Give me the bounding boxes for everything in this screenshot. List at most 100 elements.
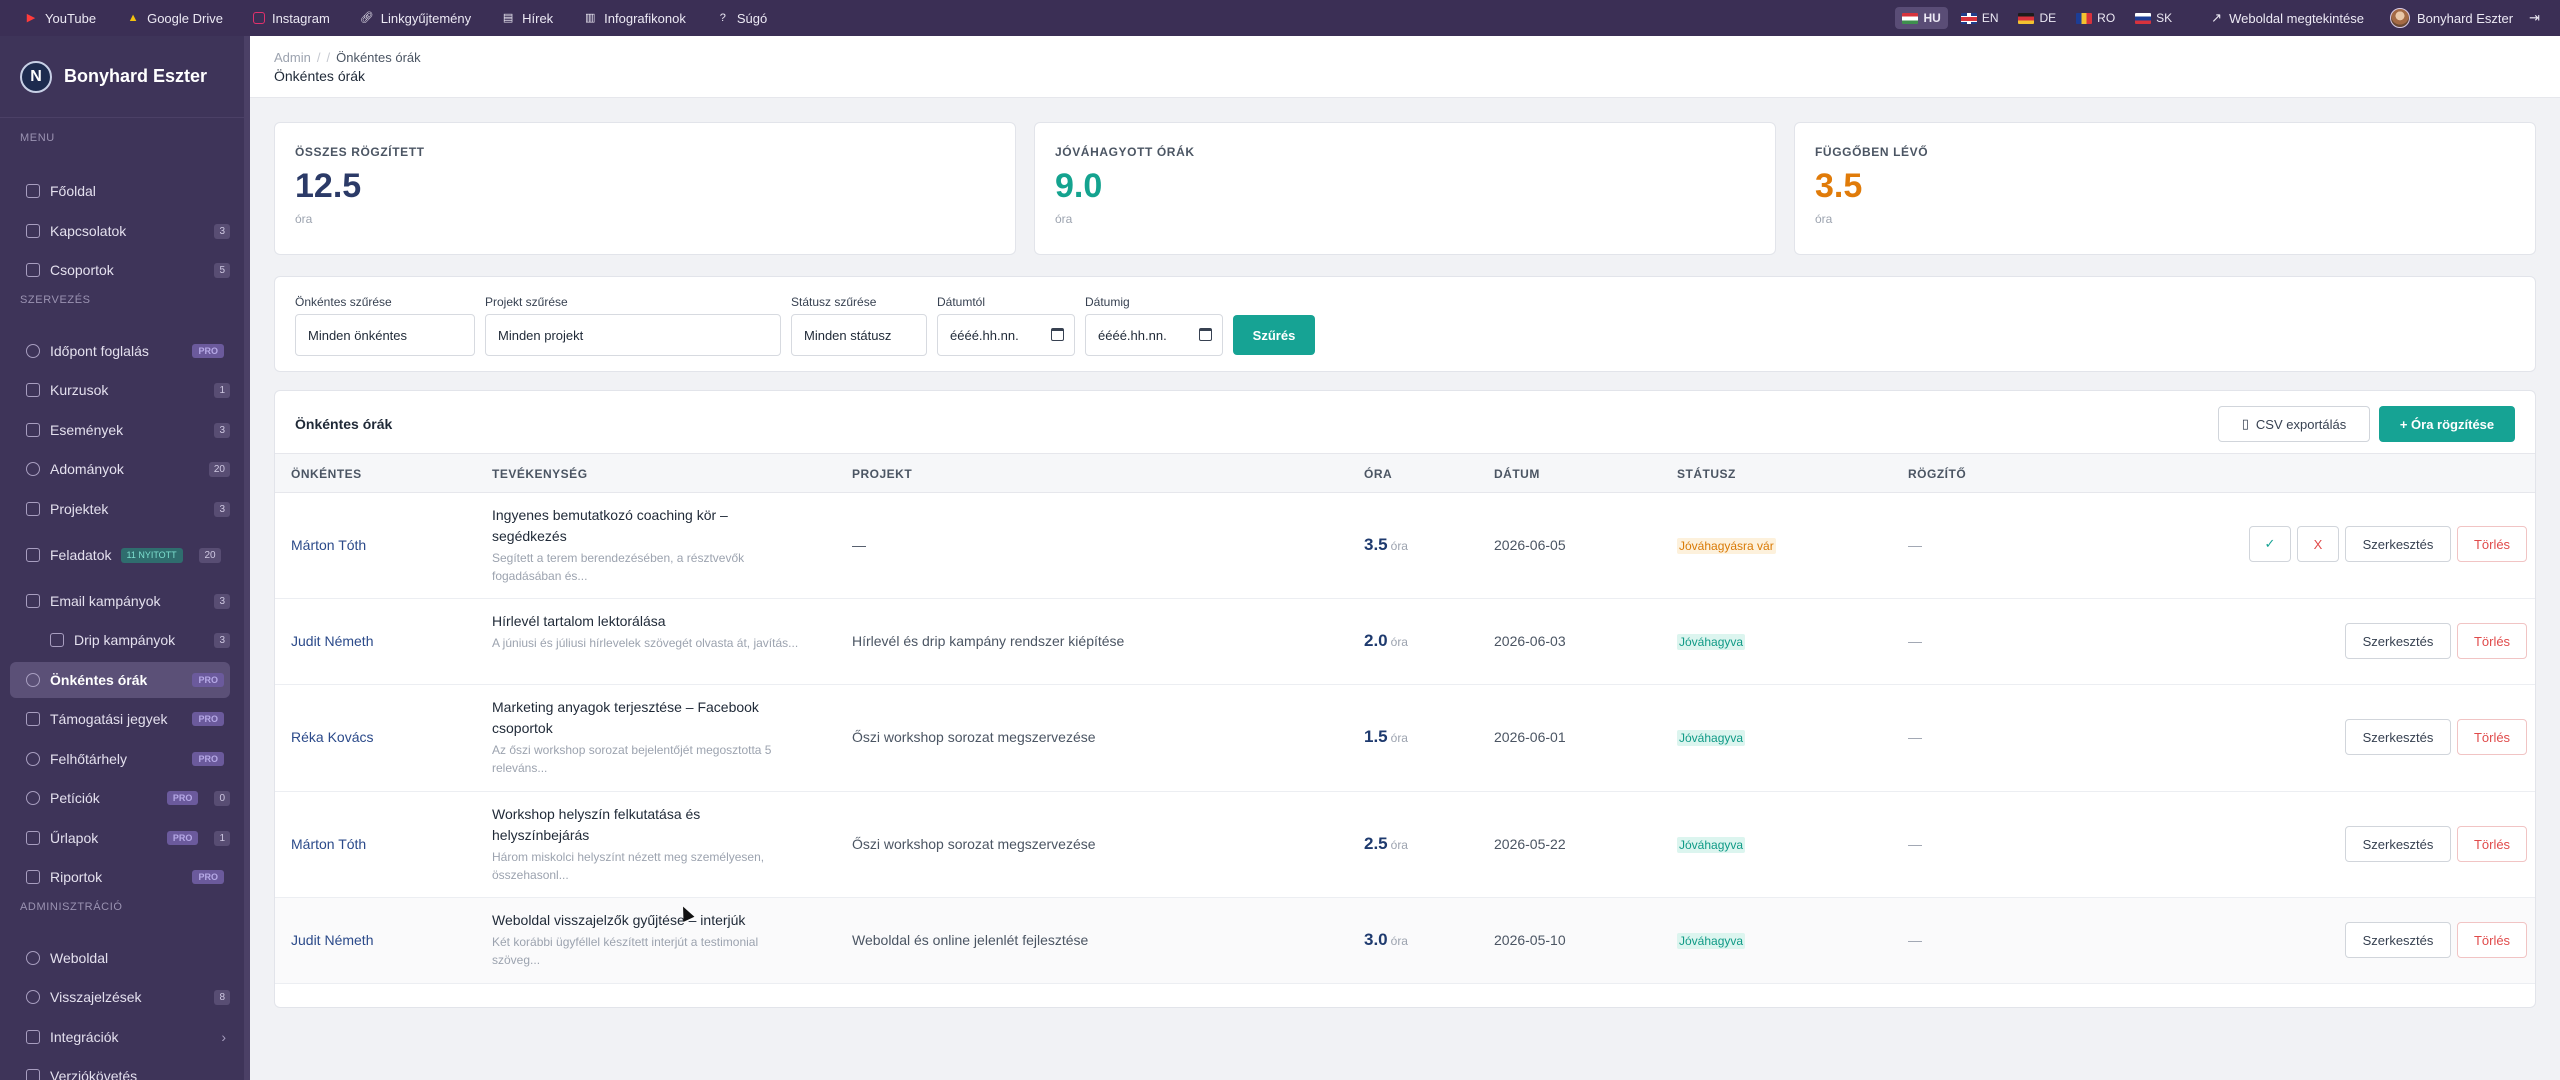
- view-site-link[interactable]: ↗ Weboldal megtekintése: [2211, 10, 2364, 26]
- logout-button[interactable]: ⇥: [2529, 10, 2540, 26]
- column-volunteer[interactable]: ÖNKÉNTES: [291, 467, 362, 481]
- edit-button[interactable]: Szerkesztés: [2345, 922, 2451, 958]
- delete-button[interactable]: Törlés: [2457, 526, 2527, 562]
- volunteer-name[interactable]: Márton Tóth: [291, 836, 366, 852]
- sidebar-item-courses[interactable]: Kurzusok 1: [10, 372, 230, 408]
- lang-de[interactable]: DE: [2011, 7, 2063, 29]
- link-help[interactable]: ? Súgó: [716, 11, 767, 26]
- link-infographics[interactable]: ▥ Infografikonok: [583, 11, 686, 26]
- approve-button[interactable]: ✓: [2249, 526, 2291, 562]
- status-badge: Jóváhagyásra vár: [1677, 538, 1776, 554]
- stat-card-approved: JÓVÁHAGYOTT ÓRÁK 9.0 óra: [1034, 122, 1776, 255]
- ticket-icon: [26, 712, 40, 726]
- volunteer-filter-select[interactable]: Minden önkéntes: [295, 314, 475, 356]
- column-date[interactable]: DÁTUM: [1494, 467, 1540, 481]
- quick-links: ▶ YouTube ▲ Google Drive Instagram 🔗︎ Linkg…: [24, 0, 797, 36]
- column-activity[interactable]: TEVÉKENYSÉG: [492, 467, 588, 481]
- link-news[interactable]: ▤ Hírek: [501, 11, 553, 26]
- calendar-icon[interactable]: [1051, 328, 1064, 341]
- mail-icon: [26, 594, 40, 608]
- breadcrumb-separator: /: [326, 50, 331, 65]
- link-youtube[interactable]: ▶ YouTube: [24, 11, 96, 26]
- date-from-input[interactable]: éééé.hh.nn.: [937, 314, 1075, 356]
- file-icon: ▯: [2241, 416, 2249, 431]
- breadcrumb-current: Önkéntes órák: [336, 50, 421, 65]
- column-project[interactable]: PROJEKT: [852, 467, 912, 481]
- status-filter-select[interactable]: Minden státusz: [791, 314, 927, 356]
- stat-value: 3.5: [1815, 167, 1863, 205]
- status-badge: Jóváhagyva: [1677, 730, 1746, 746]
- sidebar-item-support-tickets[interactable]: Támogatási jegyek PRO: [10, 701, 230, 737]
- delete-button[interactable]: Törlés: [2457, 922, 2527, 958]
- status-filter-label: Státusz szűrése: [791, 295, 877, 309]
- activity-title: Weboldal visszajelzők gyűjtése – interjú…: [492, 912, 746, 928]
- column-hours[interactable]: ÓRA: [1364, 467, 1392, 481]
- hours-value: 1.5 óra: [1364, 727, 1408, 746]
- sidebar-scrollbar[interactable]: [244, 36, 250, 1080]
- edit-button[interactable]: Szerkesztés: [2345, 719, 2451, 755]
- sidebar-item-home[interactable]: Főoldal: [10, 173, 230, 209]
- sidebar-item-donations[interactable]: Adományok 20: [10, 451, 230, 487]
- sidebar-item-volunteer-hours[interactable]: Önkéntes órák PRO: [10, 662, 230, 698]
- sidebar-item-email-campaigns[interactable]: Email kampányok 3: [10, 583, 230, 619]
- recorder-value: —: [1908, 932, 1922, 948]
- volunteer-name[interactable]: Judit Németh: [291, 633, 373, 649]
- lang-sk[interactable]: SK: [2128, 7, 2179, 29]
- sidebar-item-petitions[interactable]: Petíciók PRO 0: [10, 780, 230, 816]
- sidebar-item-contacts[interactable]: Kapcsolatok 3: [10, 213, 230, 249]
- stat-unit: óra: [1815, 212, 1833, 226]
- volunteer-name[interactable]: Márton Tóth: [291, 537, 366, 553]
- volunteer-name[interactable]: Judit Németh: [291, 932, 373, 948]
- sidebar-item-forms[interactable]: Űrlapok PRO 1: [10, 820, 230, 856]
- edit-button[interactable]: Szerkesztés: [2345, 826, 2451, 862]
- sidebar-item-integrations[interactable]: Integrációk ›: [10, 1019, 230, 1055]
- flag-sk-icon: [2135, 12, 2152, 24]
- project-name: Őszi workshop sorozat megszervezése: [852, 729, 1096, 745]
- stat-card-pending: FÜGGŐBEN LÉVŐ 3.5 óra: [1794, 122, 2536, 255]
- sidebar-item-reports[interactable]: Riportok PRO: [10, 859, 230, 895]
- brand[interactable]: N Bonyhard Eszter: [0, 36, 250, 118]
- link-instagram[interactable]: Instagram: [252, 11, 330, 26]
- column-recorder[interactable]: RÖGZÍTŐ: [1908, 467, 1966, 481]
- edit-button[interactable]: Szerkesztés: [2345, 526, 2451, 562]
- link-google-drive[interactable]: ▲ Google Drive: [126, 11, 223, 26]
- delete-button[interactable]: Törlés: [2457, 719, 2527, 755]
- date-to-input[interactable]: éééé.hh.nn.: [1085, 314, 1223, 356]
- sidebar-item-events[interactable]: Események 3: [10, 412, 230, 448]
- sidebar-item-website[interactable]: Weboldal: [10, 940, 230, 976]
- sidebar-item-feedback[interactable]: Visszajelzések 8: [10, 979, 230, 1015]
- flag-ro-icon: [2076, 12, 2093, 24]
- breadcrumb-admin[interactable]: Admin: [274, 50, 311, 65]
- tasks-icon: [26, 548, 40, 562]
- sidebar-item-drip-campaigns[interactable]: Drip kampányok 3: [34, 622, 230, 658]
- delete-button[interactable]: Törlés: [2457, 826, 2527, 862]
- donation-icon: [26, 462, 40, 476]
- table-row: Judit Németh Weboldal visszajelzők gyűjt…: [275, 898, 2535, 984]
- lang-hu[interactable]: HU: [1895, 7, 1948, 29]
- sidebar-item-tasks[interactable]: Feladatok 11 NYITOTT 20: [10, 537, 230, 573]
- add-hours-button[interactable]: + Óra rögzítése: [2379, 406, 2515, 442]
- filter-button[interactable]: Szűrés: [1233, 315, 1315, 355]
- volunteer-name[interactable]: Réka Kovács: [291, 729, 373, 745]
- sidebar-item-groups[interactable]: Csoportok 5: [10, 252, 230, 288]
- sidebar-item-cloud-storage[interactable]: Felhőtárhely PRO: [10, 741, 230, 777]
- link-collection[interactable]: 🔗︎ Linkgyűjtemény: [360, 11, 471, 26]
- cloud-icon: [26, 752, 40, 766]
- project-filter-select[interactable]: Minden projekt: [485, 314, 781, 356]
- flag-uk-icon: [1960, 12, 1977, 24]
- calendar-icon[interactable]: [1199, 328, 1212, 341]
- column-status[interactable]: STÁTUSZ: [1677, 467, 1736, 481]
- delete-button[interactable]: Törlés: [2457, 623, 2527, 659]
- lang-en[interactable]: EN: [1954, 7, 2006, 29]
- lang-ro[interactable]: RO: [2069, 7, 2122, 29]
- sidebar-item-booking[interactable]: Időpont foglalás PRO: [10, 333, 230, 369]
- reject-button[interactable]: X: [2297, 526, 2339, 562]
- sidebar-item-version-control[interactable]: Verziókövetés: [10, 1058, 230, 1080]
- csv-export-button[interactable]: ▯ CSV exportálás: [2218, 406, 2370, 442]
- sidebar-item-projects[interactable]: Projektek 3: [10, 491, 230, 527]
- petition-icon: [26, 791, 40, 805]
- activity-description: A júniusi és júliusi hírlevelek szövegét…: [492, 636, 799, 650]
- edit-button[interactable]: Szerkesztés: [2345, 623, 2451, 659]
- user-menu[interactable]: Bonyhard Eszter: [2389, 8, 2513, 28]
- table-header: ÖNKÉNTES TEVÉKENYSÉG PROJEKT ÓRA DÁTUM S…: [275, 453, 2535, 493]
